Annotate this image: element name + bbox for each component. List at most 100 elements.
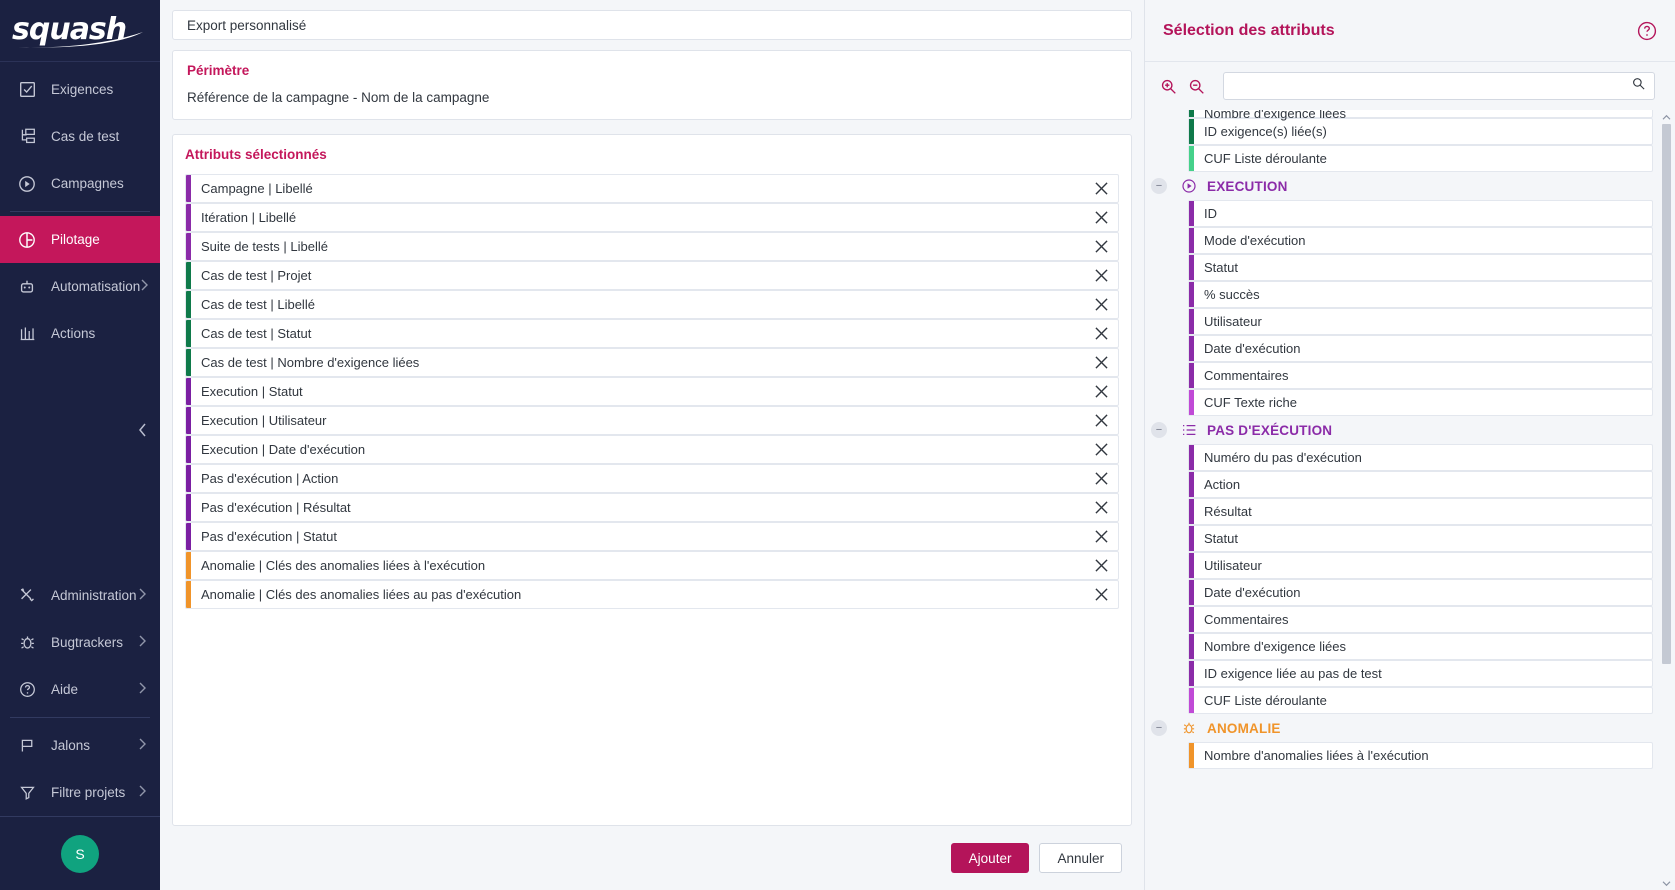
collapse-group-button[interactable]: − — [1151, 178, 1167, 194]
add-button[interactable]: Ajouter — [951, 843, 1030, 873]
sidebar-item-filtre-projets[interactable]: Filtre projets — [0, 769, 160, 816]
attribute-tree-group[interactable]: −EXECUTION — [1145, 172, 1675, 200]
app-logo[interactable]: squash — [0, 0, 160, 62]
close-icon[interactable] — [1084, 320, 1118, 347]
selected-attribute-row[interactable]: Pas d'exécution | Action — [185, 464, 1119, 493]
sidebar-item-actions[interactable]: Actions — [0, 310, 160, 357]
attribute-tree-item[interactable]: Nombre d'exigence liées — [1188, 110, 1653, 118]
selected-attribute-row[interactable]: Cas de test | Libellé — [185, 290, 1119, 319]
scroll-up-button[interactable] — [1660, 110, 1672, 124]
sidebar-item-cas-de-test[interactable]: Cas de test — [0, 113, 160, 160]
attribute-tree-item[interactable]: % succès — [1188, 281, 1653, 308]
sidebar-item-aide[interactable]: Aide — [0, 666, 160, 713]
attribute-tree-item[interactable]: ID — [1188, 200, 1653, 227]
close-icon[interactable] — [1084, 262, 1118, 289]
sidebar-divider — [10, 717, 150, 718]
sidebar-item-campagnes[interactable]: Campagnes — [0, 160, 160, 207]
attribute-tree-item[interactable]: Nombre d'exigence liées — [1188, 633, 1653, 660]
attribute-tree-item[interactable]: Statut — [1188, 525, 1653, 552]
close-icon[interactable] — [1084, 581, 1118, 608]
selected-attribute-row[interactable]: Itération | Libellé — [185, 203, 1119, 232]
close-icon[interactable] — [1084, 552, 1118, 579]
attribute-tree-item[interactable]: Nombre d'anomalies liées à l'exécution — [1188, 742, 1653, 769]
scroll-down-button[interactable] — [1660, 876, 1672, 890]
sidebar-item-automatisation[interactable]: Automatisation — [0, 263, 160, 310]
scrollbar-thumb[interactable] — [1662, 124, 1671, 664]
attribute-tree-item[interactable]: Résultat — [1188, 498, 1653, 525]
sidebar-item-administration[interactable]: Administration — [0, 572, 160, 619]
zoom-out-icon[interactable] — [1185, 75, 1207, 97]
selected-attribute-row[interactable]: Pas d'exécution | Statut — [185, 522, 1119, 551]
close-icon[interactable] — [1084, 407, 1118, 434]
selected-attribute-row[interactable]: Suite de tests | Libellé — [185, 232, 1119, 261]
attribute-tree-item[interactable]: Commentaires — [1188, 606, 1653, 633]
search-icon[interactable] — [1631, 76, 1646, 96]
close-icon[interactable] — [1084, 204, 1118, 231]
attribute-label: Cas de test | Nombre d'exigence liées — [191, 355, 1084, 370]
cancel-button[interactable]: Annuler — [1039, 843, 1122, 873]
close-icon[interactable] — [1084, 175, 1118, 202]
attribute-tree-item[interactable]: Action — [1188, 471, 1653, 498]
close-icon[interactable] — [1084, 523, 1118, 550]
attribute-tree-group[interactable]: −ANOMALIE — [1145, 714, 1675, 742]
dashboard-icon — [16, 229, 38, 251]
close-icon[interactable] — [1084, 465, 1118, 492]
selected-attribute-row[interactable]: Cas de test | Statut — [185, 319, 1119, 348]
selected-attributes-title: Attributs sélectionnés — [185, 147, 1119, 162]
close-icon[interactable] — [1084, 436, 1118, 463]
selected-attribute-row[interactable]: Cas de test | Projet — [185, 261, 1119, 290]
tree-scrollbar[interactable] — [1660, 110, 1672, 890]
export-name-input[interactable] — [172, 10, 1132, 40]
selected-attribute-row[interactable]: Campagne | Libellé — [185, 174, 1119, 203]
bug-icon — [1181, 720, 1199, 736]
attribute-label: CUF Texte riche — [1194, 395, 1297, 410]
sidebar-item-label: Pilotage — [51, 232, 148, 247]
close-icon[interactable] — [1084, 494, 1118, 521]
selected-attributes-section: Attributs sélectionnés Campagne | Libell… — [172, 134, 1132, 826]
zoom-in-icon[interactable] — [1157, 75, 1179, 97]
attribute-tree-item[interactable]: Statut — [1188, 254, 1653, 281]
search-input[interactable] — [1232, 79, 1631, 94]
sidebar-item-label: Filtre projets — [51, 785, 138, 800]
close-icon[interactable] — [1084, 291, 1118, 318]
sidebar-collapse-button[interactable] — [132, 420, 152, 440]
selected-attribute-row[interactable]: Anomalie | Clés des anomalies liées au p… — [185, 580, 1119, 609]
attribute-tree-item[interactable]: CUF Texte riche — [1188, 389, 1653, 416]
attribute-tree-item[interactable]: Mode d'exécution — [1188, 227, 1653, 254]
sidebar-item-label: Exigences — [51, 82, 148, 97]
attribute-tree-item[interactable]: CUF Liste déroulante — [1188, 687, 1653, 714]
attribute-tree-group[interactable]: −PAS D'EXÉCUTION — [1145, 416, 1675, 444]
attribute-tree-item[interactable]: Commentaires — [1188, 362, 1653, 389]
attribute-tree-item[interactable]: CUF Liste déroulante — [1188, 145, 1653, 172]
attribute-label: Campagne | Libellé — [191, 181, 1084, 196]
selected-attribute-row[interactable]: Anomalie | Clés des anomalies liées à l'… — [185, 551, 1119, 580]
selected-attribute-row[interactable]: Execution | Utilisateur — [185, 406, 1119, 435]
flag-icon — [16, 735, 38, 757]
close-icon[interactable] — [1084, 378, 1118, 405]
attribute-tree-item[interactable]: Date d'exécution — [1188, 579, 1653, 606]
attribute-tree-item[interactable]: Utilisateur — [1188, 552, 1653, 579]
sidebar-item-pilotage[interactable]: Pilotage — [0, 216, 160, 263]
selected-attribute-row[interactable]: Execution | Date d'exécution — [185, 435, 1119, 464]
attribute-tree-item[interactable]: ID exigence(s) liée(s) — [1188, 118, 1653, 145]
scrollbar-track[interactable] — [1662, 124, 1671, 876]
selected-attribute-row[interactable]: Pas d'exécution | Résultat — [185, 493, 1119, 522]
close-icon[interactable] — [1084, 233, 1118, 260]
attribute-label: Mode d'exécution — [1194, 233, 1306, 248]
tree-icon — [16, 126, 38, 148]
selected-attribute-row[interactable]: Execution | Statut — [185, 377, 1119, 406]
question-circle-icon[interactable] — [1637, 21, 1657, 41]
sidebar-item-bugtrackers[interactable]: Bugtrackers — [0, 619, 160, 666]
avatar[interactable]: S — [61, 835, 99, 873]
tree-search-box[interactable] — [1223, 72, 1655, 100]
close-icon[interactable] — [1084, 349, 1118, 376]
sidebar-item-jalons[interactable]: Jalons — [0, 722, 160, 769]
attribute-tree-item[interactable]: Numéro du pas d'exécution — [1188, 444, 1653, 471]
attribute-tree-item[interactable]: Date d'exécution — [1188, 335, 1653, 362]
attribute-tree-item[interactable]: ID exigence liée au pas de test — [1188, 660, 1653, 687]
attribute-tree-item[interactable]: Utilisateur — [1188, 308, 1653, 335]
selected-attribute-row[interactable]: Cas de test | Nombre d'exigence liées — [185, 348, 1119, 377]
sidebar-item-exigences[interactable]: Exigences — [0, 66, 160, 113]
collapse-group-button[interactable]: − — [1151, 422, 1167, 438]
collapse-group-button[interactable]: − — [1151, 720, 1167, 736]
